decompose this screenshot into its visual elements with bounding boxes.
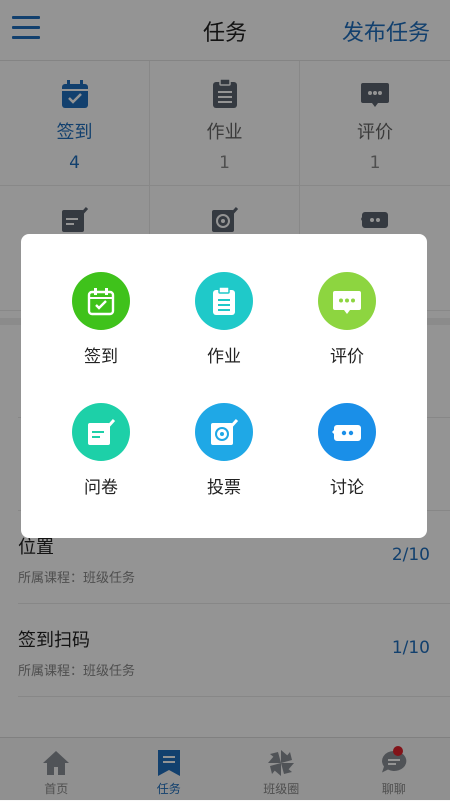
calendar-check-icon xyxy=(86,286,116,316)
picker-icon-circle xyxy=(72,272,130,330)
picker-icon-circle xyxy=(195,403,253,461)
picker-item-label: 投票 xyxy=(169,473,279,498)
picker-item-label: 评价 xyxy=(292,342,402,367)
questionnaire-icon xyxy=(86,417,116,447)
picker-item-label: 讨论 xyxy=(292,473,402,498)
task-type-picker: 签到 作业 评价 问卷 xyxy=(21,234,427,538)
picker-item-label: 问卷 xyxy=(46,473,156,498)
picker-icon-circle xyxy=(72,403,130,461)
picker-item-questionnaire[interactable]: 问卷 xyxy=(46,403,156,498)
picker-item-discussion[interactable]: 讨论 xyxy=(292,403,402,498)
picker-icon-circle xyxy=(195,272,253,330)
picker-item-label: 签到 xyxy=(46,342,156,367)
picker-item-vote[interactable]: 投票 xyxy=(169,403,279,498)
picker-icon-circle xyxy=(318,272,376,330)
clipboard-icon xyxy=(209,286,239,316)
picker-icon-circle xyxy=(318,403,376,461)
comment-dots-icon xyxy=(332,286,362,316)
vote-icon xyxy=(209,417,239,447)
discussion-icon xyxy=(332,417,362,447)
picker-item-sign-in[interactable]: 签到 xyxy=(46,272,156,367)
picker-item-homework[interactable]: 作业 xyxy=(169,272,279,367)
picker-item-label: 作业 xyxy=(169,342,279,367)
picker-item-evaluation[interactable]: 评价 xyxy=(292,272,402,367)
